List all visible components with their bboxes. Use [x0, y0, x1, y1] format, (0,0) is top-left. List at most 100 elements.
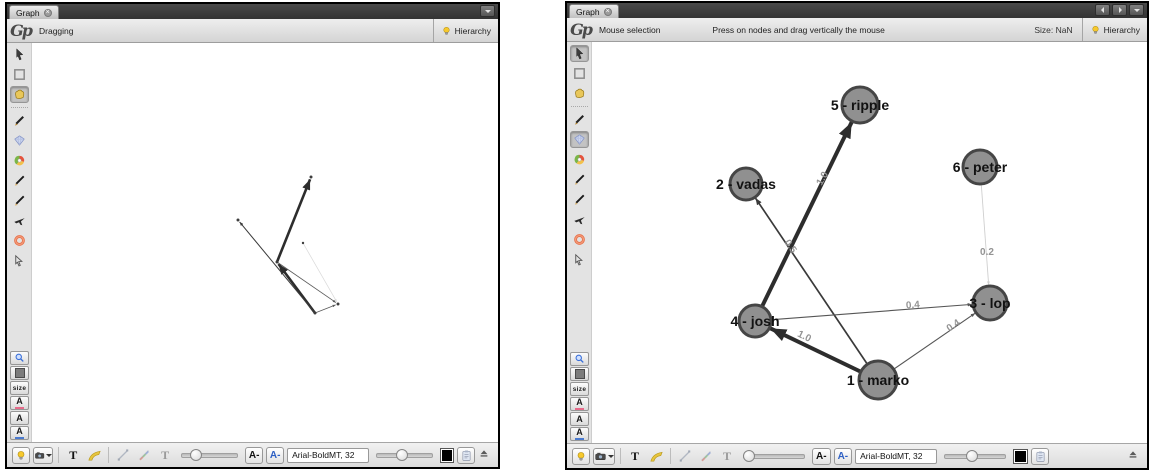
heatmap-tool[interactable]	[10, 232, 29, 249]
font-field[interactable]: Arial-BoldMT, 32	[855, 449, 937, 464]
collapse-toolbar-button[interactable]	[1127, 447, 1139, 465]
edit-tool[interactable]	[10, 252, 29, 269]
color-brush-tool[interactable]	[570, 151, 589, 168]
background-color-button[interactable]	[12, 447, 30, 464]
graph-canvas[interactable]: 1.01.00.50.40.40.25 - ripple2 - vadas6 -…	[567, 3, 1147, 468]
show-edges-button[interactable]	[85, 447, 103, 464]
node-vadas[interactable]	[237, 219, 240, 222]
edge-pencil-tool[interactable]	[570, 191, 589, 208]
label-color-swatch[interactable]	[440, 448, 454, 463]
slider-knob[interactable]	[743, 450, 755, 462]
painter-tool[interactable]	[570, 111, 589, 128]
screenshot-button[interactable]	[593, 448, 615, 465]
edge-peter-lop[interactable]	[303, 243, 337, 302]
sizer-tool[interactable]	[570, 131, 589, 148]
edge-josh-ripple[interactable]	[755, 122, 852, 321]
show-edge-labels-button[interactable]: T	[718, 448, 736, 465]
tab-graph[interactable]: Graph	[9, 5, 59, 19]
clipboard-icon	[460, 449, 473, 462]
tab-close-icon[interactable]	[44, 9, 52, 17]
direct-selection-tool[interactable]	[570, 45, 589, 62]
center-on-graph-button[interactable]	[10, 351, 29, 365]
hierarchy-button[interactable]: Hierarchy	[1082, 18, 1147, 41]
shortest-path-tool[interactable]	[10, 212, 29, 229]
tab-graph[interactable]: Graph	[569, 4, 619, 18]
collapse-toolbar-button[interactable]	[478, 446, 490, 464]
edge-josh-lop[interactable]	[755, 304, 972, 321]
font-field[interactable]: Arial-BoldMT, 32	[287, 448, 369, 463]
tab-scroll-right-icon[interactable]	[1112, 4, 1127, 16]
reset-sizes-button[interactable]: size	[10, 381, 29, 395]
drag-tool[interactable]	[10, 86, 29, 103]
node-pencil-tool[interactable]	[570, 171, 589, 188]
reset-label-visibility-button[interactable]: A	[10, 411, 29, 425]
tab-list-dropdown-icon[interactable]	[480, 5, 495, 17]
t-glyph: T	[631, 449, 639, 464]
color-brush-tool[interactable]	[10, 152, 29, 169]
edge-source-color-button[interactable]	[676, 448, 694, 465]
slider-knob[interactable]	[966, 450, 978, 462]
label-size-down-button[interactable]: A-	[812, 448, 831, 465]
reset-colors-button[interactable]	[10, 366, 29, 380]
edge-source-color-button[interactable]	[114, 447, 132, 464]
node-josh[interactable]	[276, 261, 279, 264]
sizer-tool[interactable]	[10, 132, 29, 149]
slider-knob[interactable]	[396, 449, 408, 461]
lightbulb-icon	[1090, 24, 1101, 36]
tab-list-dropdown-icon[interactable]	[1129, 4, 1144, 16]
reset-label-colors-button[interactable]: A	[570, 397, 589, 411]
direct-selection-tool[interactable]	[10, 46, 29, 63]
tab-scroll-left-icon[interactable]	[1095, 4, 1110, 16]
rectangle-selection-tool[interactable]	[570, 65, 589, 82]
screenshot-button[interactable]	[33, 447, 53, 464]
graph-canvas[interactable]	[7, 4, 498, 467]
edge-weight-slider[interactable]	[181, 453, 238, 458]
edge-josh-lop[interactable]	[277, 262, 336, 303]
attributes-settings-button[interactable]	[1031, 448, 1049, 465]
tab-close-icon[interactable]	[604, 8, 612, 16]
node-peter[interactable]	[302, 242, 304, 244]
heatmap-tool[interactable]	[570, 231, 589, 248]
edge-pencil-tool[interactable]	[10, 192, 29, 209]
label-size-down-button[interactable]: A-	[245, 447, 263, 464]
drag-tool[interactable]	[570, 85, 589, 102]
edge-marko-lop[interactable]	[315, 305, 336, 313]
hierarchy-button[interactable]: Hierarchy	[433, 19, 498, 42]
font-size-slider[interactable]	[376, 453, 433, 458]
font-size-slider[interactable]	[944, 454, 1006, 459]
node-marko[interactable]	[314, 312, 317, 315]
label-color-swatch[interactable]	[1013, 449, 1028, 464]
size-reset-label: size	[573, 385, 587, 394]
show-edges-button[interactable]	[647, 448, 665, 465]
reset-label-sizes-button[interactable]: A	[570, 427, 589, 441]
reset-colors-button[interactable]	[570, 367, 589, 381]
edit-tool[interactable]	[570, 251, 589, 268]
edge-marko-vadas[interactable]	[240, 222, 315, 313]
show-node-labels-button[interactable]: T	[626, 448, 644, 465]
attributes-settings-button[interactable]	[457, 447, 475, 464]
pencil-icon	[12, 193, 27, 208]
shortest-path-tool[interactable]	[570, 211, 589, 228]
center-on-graph-button[interactable]	[570, 352, 589, 366]
node-lop[interactable]	[337, 303, 340, 306]
edge-label-size-down-button[interactable]: A-	[834, 448, 853, 465]
node-ripple[interactable]	[310, 176, 313, 179]
slider-knob[interactable]	[190, 449, 202, 461]
edge-josh-ripple[interactable]	[277, 179, 310, 262]
reset-label-sizes-button[interactable]: A	[10, 426, 29, 440]
edge-color-mode-button[interactable]	[697, 448, 715, 465]
reset-sizes-button[interactable]: size	[570, 382, 589, 396]
edge-label-size-down-button[interactable]: A-	[266, 447, 284, 464]
painter-tool[interactable]	[10, 112, 29, 129]
background-color-button[interactable]	[572, 448, 590, 465]
edge-weight-slider[interactable]	[743, 454, 805, 459]
edge-color-mode-button[interactable]	[135, 447, 153, 464]
reset-label-colors-button[interactable]: A	[10, 396, 29, 410]
node-pencil-tool[interactable]	[10, 172, 29, 189]
show-edge-labels-button[interactable]: T	[156, 447, 174, 464]
label-a-glyph: A	[576, 398, 583, 407]
reset-buttons: size A A A	[10, 351, 29, 440]
reset-label-visibility-button[interactable]: A	[570, 412, 589, 426]
rectangle-selection-tool[interactable]	[10, 66, 29, 83]
show-node-labels-button[interactable]: T	[64, 447, 82, 464]
